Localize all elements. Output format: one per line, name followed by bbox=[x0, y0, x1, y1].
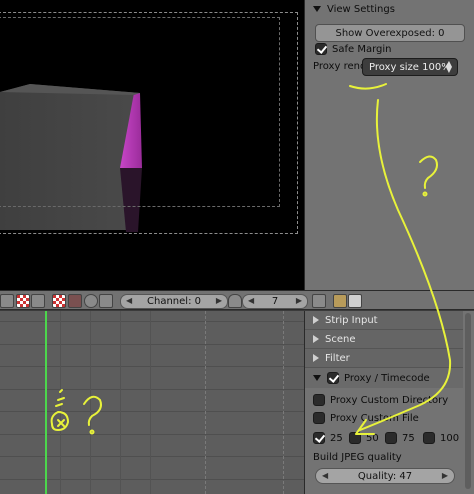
proxy-custom-directory-checkbox[interactable]: Proxy Custom Directory bbox=[313, 394, 448, 406]
strip-properties-panel: Strip Input Scene Filter Proxy / Timecod… bbox=[304, 311, 474, 494]
decrement-arrow-icon[interactable]: ◀ bbox=[322, 471, 328, 480]
size-50-checkbox[interactable]: 50 bbox=[349, 432, 379, 444]
panel-proxy-timecode[interactable]: Proxy / Timecode bbox=[305, 368, 463, 388]
frame-gridline bbox=[120, 311, 121, 494]
size-50-label: 50 bbox=[366, 432, 379, 444]
proxy-size-select[interactable]: Proxy size 100% ▲ ▼ bbox=[362, 58, 458, 76]
lock-icon[interactable] bbox=[312, 294, 326, 308]
safe-margin-label: Safe Margin bbox=[332, 43, 392, 55]
frame-value: 7 bbox=[271, 296, 279, 307]
film-icon[interactable] bbox=[348, 294, 362, 308]
view-settings-header[interactable]: View Settings bbox=[305, 0, 474, 18]
checkbox-icon bbox=[313, 412, 325, 424]
proxy-size-value: Proxy size 100% bbox=[369, 61, 451, 73]
checkbox-checked-icon bbox=[315, 43, 327, 55]
safe-margin-checkbox[interactable]: Safe Margin bbox=[315, 43, 391, 55]
frame-gridline bbox=[90, 311, 91, 494]
frame-field[interactable]: ◀ 7 ▶ bbox=[242, 294, 308, 309]
scene-label: Scene bbox=[325, 333, 356, 345]
sequencer-preview[interactable] bbox=[0, 0, 304, 290]
quality-slider[interactable]: ◀ Quality: 47 ▶ bbox=[315, 468, 455, 484]
build-jpeg-quality-label: Build JPEG quality bbox=[313, 452, 402, 463]
frame-gridline bbox=[60, 311, 61, 494]
render-icon[interactable] bbox=[333, 294, 347, 308]
size-100-label: 100 bbox=[440, 432, 460, 444]
proxy-custom-file-checkbox[interactable]: Proxy Custom File bbox=[313, 412, 419, 424]
overlay-icon[interactable] bbox=[84, 294, 98, 308]
proxy-timecode-label: Proxy / Timecode bbox=[344, 372, 430, 384]
expand-triangle-icon bbox=[313, 335, 319, 343]
panel-strip-input[interactable]: Strip Input bbox=[305, 311, 463, 330]
checkbox-icon bbox=[423, 432, 435, 444]
end-frame-marker bbox=[283, 311, 284, 494]
decrement-arrow-icon[interactable]: ◀ bbox=[248, 296, 254, 305]
frame-gridline bbox=[150, 311, 151, 494]
size-25-label: 25 bbox=[330, 432, 343, 444]
show-overexposed-field[interactable]: Show Overexposed: 0 bbox=[315, 24, 465, 42]
checkbox-icon bbox=[313, 394, 325, 406]
render-viewport bbox=[0, 0, 304, 290]
view-settings-title: View Settings bbox=[327, 3, 395, 15]
channel-value: Channel: 0 bbox=[147, 296, 201, 307]
increment-arrow-icon[interactable]: ▶ bbox=[296, 296, 302, 305]
proxy-enable-checkbox[interactable] bbox=[327, 372, 339, 384]
increment-arrow-icon[interactable]: ▶ bbox=[442, 471, 448, 480]
view-type-icon[interactable] bbox=[0, 294, 14, 308]
proxy-render-label: Proxy rend bbox=[313, 61, 367, 72]
grid-icon[interactable] bbox=[99, 294, 113, 308]
playhead[interactable] bbox=[45, 311, 47, 494]
proxy-custom-directory-label: Proxy Custom Directory bbox=[330, 394, 449, 406]
preview-checker-icon[interactable] bbox=[52, 294, 66, 308]
checkbox-checked-icon bbox=[313, 432, 325, 444]
sequencer-timeline[interactable] bbox=[0, 311, 304, 494]
increment-arrow-icon[interactable]: ▶ bbox=[216, 296, 222, 305]
panel-filter[interactable]: Filter bbox=[305, 349, 463, 368]
size-75-label: 75 bbox=[402, 432, 415, 444]
filter-label: Filter bbox=[325, 352, 350, 364]
checkbox-icon bbox=[385, 432, 397, 444]
decrement-arrow-icon[interactable]: ◀ bbox=[126, 296, 132, 305]
checker-icon[interactable] bbox=[16, 294, 30, 308]
checkbox-icon bbox=[349, 432, 361, 444]
color-channel-icon[interactable] bbox=[68, 294, 82, 308]
action-safe-guide bbox=[0, 17, 280, 207]
quality-value: Quality: 47 bbox=[357, 470, 413, 482]
size-25-checkbox[interactable]: 25 bbox=[313, 432, 343, 444]
size-100-checkbox[interactable]: 100 bbox=[423, 432, 459, 444]
channel-field[interactable]: ◀ Channel: 0 ▶ bbox=[120, 294, 228, 309]
sequencer-header: ◀ Channel: 0 ▶ ◀ 7 ▶ bbox=[0, 290, 474, 310]
panel-scrollbar[interactable] bbox=[465, 313, 471, 489]
updown-arrows-icon: ▲ ▼ bbox=[445, 59, 452, 74]
proxy-custom-file-label: Proxy Custom File bbox=[330, 412, 419, 424]
display-mode-icon[interactable] bbox=[31, 294, 45, 308]
size-75-checkbox[interactable]: 75 bbox=[385, 432, 415, 444]
view-settings-panel: View Settings Show Overexposed: 0 Safe M… bbox=[304, 0, 474, 290]
expand-triangle-icon bbox=[313, 354, 319, 362]
collapse-triangle-icon bbox=[313, 375, 321, 381]
end-frame-marker bbox=[205, 311, 206, 494]
panel-scene[interactable]: Scene bbox=[305, 330, 463, 349]
strip-input-label: Strip Input bbox=[325, 314, 378, 326]
collapse-triangle-icon bbox=[313, 6, 321, 12]
ghost-icon[interactable] bbox=[228, 294, 242, 308]
expand-triangle-icon bbox=[313, 316, 319, 324]
